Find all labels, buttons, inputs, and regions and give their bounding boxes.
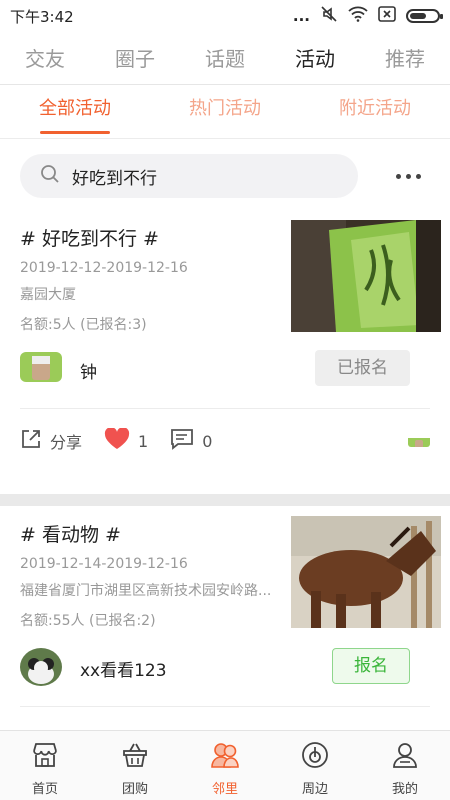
status-bar: 下午3:42 ...	[0, 0, 450, 32]
like-count: 1	[138, 431, 149, 451]
tab-topics[interactable]: 话题	[180, 38, 270, 80]
activity-image[interactable]	[291, 516, 441, 628]
join-button[interactable]: 报名	[332, 648, 410, 684]
share-label: 分享	[50, 433, 83, 452]
top-tabs-divider	[0, 84, 450, 85]
activity-quota: 名额:55人 (已报名:2)	[20, 613, 156, 629]
subtab-nearby-activities[interactable]: 附近活动	[300, 88, 450, 138]
store-icon	[31, 741, 59, 773]
activity-location: 福建省厦门市湖里区高新技术园安岭路...	[20, 583, 272, 599]
search-icon	[40, 164, 60, 188]
activity-date: 2019-12-14-2019-12-16	[20, 556, 188, 572]
activity-actions: 分享 1 0	[20, 426, 430, 456]
comment-icon	[170, 428, 194, 454]
tab-activities[interactable]: 活动	[270, 38, 360, 80]
search-box[interactable]	[20, 154, 358, 198]
avatar[interactable]	[20, 352, 62, 382]
nav-nearby-label: 周边	[301, 782, 328, 797]
share-button[interactable]: 分享	[20, 428, 82, 454]
activity-location: 嘉园大厦	[20, 287, 76, 303]
nav-group-buy[interactable]: 团购	[90, 731, 180, 800]
basket-icon	[121, 741, 149, 773]
avatar[interactable]	[20, 648, 62, 686]
nav-neighbors-label: 邻里	[211, 782, 238, 797]
joined-button[interactable]: 已报名	[315, 350, 410, 386]
nav-home-label: 首页	[31, 782, 58, 797]
share-icon	[20, 428, 42, 454]
subtab-all-activities[interactable]: 全部活动	[0, 88, 150, 138]
search-input[interactable]	[72, 166, 302, 186]
activity-title: # 好吃到不行 #	[20, 228, 159, 250]
organizer-name: 钟	[80, 363, 97, 383]
nav-mine-label: 我的	[391, 782, 418, 797]
nav-home[interactable]: 首页	[0, 731, 90, 800]
nav-group-buy-label: 团购	[121, 782, 148, 797]
battery-icon	[406, 9, 443, 23]
top-tabs: 交友 圈子 话题 活动 推荐	[0, 38, 450, 80]
organizer-name: xx看看123	[80, 661, 167, 681]
activity-image[interactable]	[291, 220, 441, 332]
heart-icon	[104, 427, 130, 454]
tab-recommended[interactable]: 推荐	[360, 38, 450, 80]
more-status-indicator: ...	[292, 7, 310, 25]
mute-icon	[320, 5, 338, 27]
sub-tabs-divider	[0, 138, 450, 139]
nav-nearby[interactable]: 周边	[270, 731, 360, 800]
bottom-nav: 首页 团购 邻里 周边 我的	[0, 730, 450, 800]
participant-avatar[interactable]	[408, 435, 430, 447]
profile-icon	[391, 741, 419, 773]
tab-friends[interactable]: 交友	[0, 38, 90, 80]
activity-card[interactable]: # 看动物 # 2019-12-14-2019-12-16 福建省厦门市湖里区高…	[0, 506, 450, 730]
subtab-hot-activities[interactable]: 热门活动	[150, 88, 300, 138]
wifi-icon	[348, 6, 368, 26]
activity-card[interactable]: # 好吃到不行 # 2019-12-12-2019-12-16 嘉园大厦 名额:…	[0, 210, 450, 494]
status-time: 下午3:42	[10, 7, 74, 26]
more-options-icon[interactable]	[388, 160, 428, 192]
activity-date: 2019-12-12-2019-12-16	[20, 260, 188, 276]
activity-title: # 看动物 #	[20, 524, 121, 546]
card-divider	[20, 706, 430, 707]
nav-mine[interactable]: 我的	[360, 731, 450, 800]
tab-circles[interactable]: 圈子	[90, 38, 180, 80]
sub-tabs: 全部活动 热门活动 附近活动	[0, 88, 450, 138]
comment-button[interactable]: 0	[170, 428, 212, 454]
neighbors-icon	[210, 741, 240, 773]
activity-quota: 名额:5人 (已报名:3)	[20, 317, 147, 333]
card-divider	[20, 408, 430, 409]
like-button[interactable]: 1	[104, 427, 149, 454]
sim-icon	[378, 6, 396, 26]
nearby-icon	[301, 741, 329, 773]
nav-neighbors[interactable]: 邻里	[180, 731, 270, 800]
comment-count: 0	[202, 431, 213, 451]
status-icons: ...	[292, 5, 443, 27]
card-separator	[0, 494, 450, 506]
